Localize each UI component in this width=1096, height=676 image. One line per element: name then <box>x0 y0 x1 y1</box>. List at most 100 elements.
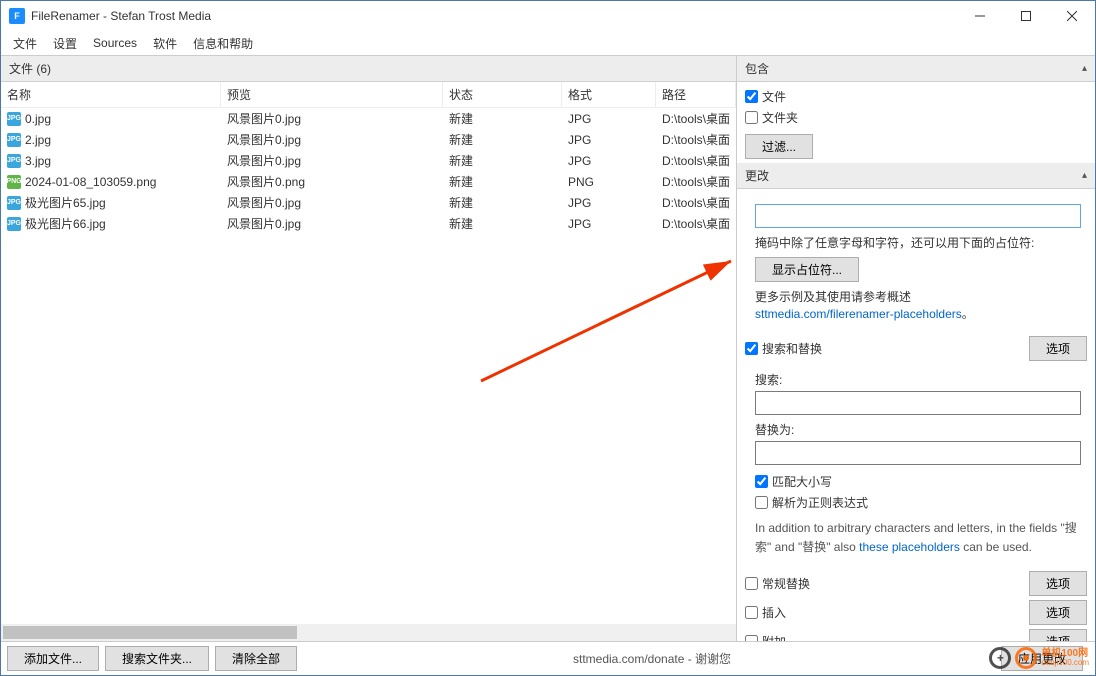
cell-preview: 风景图片0.jpg <box>221 214 443 233</box>
cell-name: 2.jpg <box>25 133 51 147</box>
watermark-icon: + <box>989 647 1011 669</box>
append-checkbox[interactable] <box>745 635 758 641</box>
more-examples-text: 更多示例及其使用请参考概述 <box>755 288 1081 305</box>
table-row[interactable]: JPG2.jpg风景图片0.jpg新建JPGD:\tools\桌面 <box>1 129 736 150</box>
options-pane: 包含 ▴ 文件 文件夹 过滤... 更改 ▴ 掩码中除了任意字母和字符，还可以用… <box>737 56 1095 641</box>
chevron-up-icon: ▴ <box>1082 170 1087 181</box>
append-options-button[interactable]: 选项 <box>1029 629 1087 641</box>
col-format[interactable]: 格式 <box>562 82 656 107</box>
donate-link[interactable]: sttmedia.com/donate - 谢谢您 <box>573 650 731 667</box>
search-replace-header: 搜索和替换 选项 <box>745 334 1087 363</box>
table-row[interactable]: JPG极光图片66.jpg风景图片0.jpg新建JPGD:\tools\桌面 <box>1 213 736 234</box>
search-label: 搜索: <box>755 371 1081 388</box>
search-replace-checkbox[interactable] <box>745 342 758 355</box>
table-header: 名称 预览 状态 格式 路径 <box>1 82 736 108</box>
insert-checkbox[interactable] <box>745 606 758 619</box>
watermark-icon <box>1015 647 1037 669</box>
cell-name: 3.jpg <box>25 154 51 168</box>
app-icon: F <box>9 8 25 24</box>
menu-help[interactable]: 信息和帮助 <box>185 33 261 54</box>
col-preview[interactable]: 预览 <box>221 82 443 107</box>
cell-format: JPG <box>562 111 656 127</box>
regular-replace-toggle[interactable]: 常规替换 <box>745 573 810 594</box>
placeholders-link[interactable]: sttmedia.com/filerenamer-placeholders <box>755 307 962 321</box>
cell-status: 新建 <box>443 109 562 128</box>
cell-name: 极光图片65.jpg <box>25 194 106 211</box>
replace-input[interactable] <box>755 441 1081 465</box>
menu-sources[interactable]: Sources <box>85 34 145 52</box>
cell-preview: 风景图片0.jpg <box>221 109 443 128</box>
include-folders-checkbox[interactable] <box>745 111 758 124</box>
insert-toggle[interactable]: 插入 <box>745 602 786 623</box>
footer-bar: 添加文件... 搜索文件夹... 清除全部 sttmedia.com/donat… <box>1 641 1095 675</box>
title-bar: F FileRenamer - Stefan Trost Media <box>1 1 1095 31</box>
file-type-icon: JPG <box>7 133 21 147</box>
col-path[interactable]: 路径 <box>656 82 736 107</box>
menu-bar: 文件 设置 Sources 软件 信息和帮助 <box>1 31 1095 55</box>
cell-path: D:\tools\桌面 <box>656 151 736 170</box>
clear-all-button[interactable]: 清除全部 <box>215 646 297 671</box>
window-title: FileRenamer - Stefan Trost Media <box>31 9 211 23</box>
table-row[interactable]: PNG2024-01-08_103059.png风景图片0.png新建PNGD:… <box>1 171 736 192</box>
cell-path: D:\tools\桌面 <box>656 109 736 128</box>
include-files-checkbox[interactable] <box>745 90 758 103</box>
regular-replace-options-button[interactable]: 选项 <box>1029 571 1087 596</box>
cell-preview: 风景图片0.png <box>221 172 443 191</box>
match-case-checkbox[interactable] <box>755 475 768 488</box>
cell-name: 2024-01-08_103059.png <box>25 175 156 189</box>
regex-checkbox[interactable] <box>755 496 768 509</box>
cell-status: 新建 <box>443 214 562 233</box>
placeholder-desc: In addition to arbitrary characters and … <box>755 519 1081 557</box>
col-status[interactable]: 状态 <box>443 82 562 107</box>
table-row[interactable]: JPG极光图片65.jpg风景图片0.jpg新建JPGD:\tools\桌面 <box>1 192 736 213</box>
horizontal-scrollbar[interactable] <box>1 624 736 641</box>
cell-path: D:\tools\桌面 <box>656 130 736 149</box>
search-replace-options-button[interactable]: 选项 <box>1029 336 1087 361</box>
close-button[interactable] <box>1049 1 1095 31</box>
menu-file[interactable]: 文件 <box>5 33 45 54</box>
search-input[interactable] <box>755 391 1081 415</box>
file-type-icon: JPG <box>7 196 21 210</box>
search-folders-button[interactable]: 搜索文件夹... <box>105 646 209 671</box>
menu-settings[interactable]: 设置 <box>45 33 85 54</box>
replace-label: 替换为: <box>755 421 1081 438</box>
table-row[interactable]: JPG3.jpg风景图片0.jpg新建JPGD:\tools\桌面 <box>1 150 736 171</box>
insert-header: 插入 选项 <box>745 598 1087 627</box>
regex-row[interactable]: 解析为正则表达式 <box>755 492 1081 513</box>
include-files-row[interactable]: 文件 <box>745 86 1087 107</box>
include-section-body: 文件 文件夹 过滤... <box>737 82 1095 163</box>
cell-status: 新建 <box>443 130 562 149</box>
file-list-pane: 文件 (6) 名称 预览 状态 格式 路径 JPG0.jpg风景图片0.jpg新… <box>1 56 737 641</box>
file-type-icon: PNG <box>7 175 21 189</box>
chevron-up-icon: ▴ <box>1082 63 1087 74</box>
col-name[interactable]: 名称 <box>1 82 221 107</box>
minimize-button[interactable] <box>957 1 1003 31</box>
mask-input[interactable] <box>755 204 1081 228</box>
menu-software[interactable]: 软件 <box>145 33 185 54</box>
include-section-header[interactable]: 包含 ▴ <box>737 56 1095 82</box>
search-replace-toggle[interactable]: 搜索和替换 <box>745 338 822 359</box>
cell-status: 新建 <box>443 151 562 170</box>
change-title: 更改 <box>745 167 769 184</box>
change-section-header[interactable]: 更改 ▴ <box>737 163 1095 189</box>
match-case-row[interactable]: 匹配大小写 <box>755 471 1081 492</box>
cell-format: PNG <box>562 174 656 190</box>
file-type-icon: JPG <box>7 217 21 231</box>
file-type-icon: JPG <box>7 112 21 126</box>
regular-replace-checkbox[interactable] <box>745 577 758 590</box>
insert-options-button[interactable]: 选项 <box>1029 600 1087 625</box>
cell-format: JPG <box>562 132 656 148</box>
these-placeholders-link[interactable]: these placeholders <box>859 540 960 554</box>
add-files-button[interactable]: 添加文件... <box>7 646 99 671</box>
show-placeholders-button[interactable]: 显示占位符... <box>755 257 859 282</box>
cell-name: 极光图片66.jpg <box>25 215 106 232</box>
maximize-button[interactable] <box>1003 1 1049 31</box>
include-folders-row[interactable]: 文件夹 <box>745 107 1087 128</box>
cell-preview: 风景图片0.jpg <box>221 130 443 149</box>
filter-button[interactable]: 过滤... <box>745 134 813 159</box>
append-toggle[interactable]: 附加 <box>745 631 786 641</box>
table-row[interactable]: JPG0.jpg风景图片0.jpg新建JPGD:\tools\桌面 <box>1 108 736 129</box>
cell-preview: 风景图片0.jpg <box>221 193 443 212</box>
cell-format: JPG <box>562 195 656 211</box>
cell-path: D:\tools\桌面 <box>656 193 736 212</box>
